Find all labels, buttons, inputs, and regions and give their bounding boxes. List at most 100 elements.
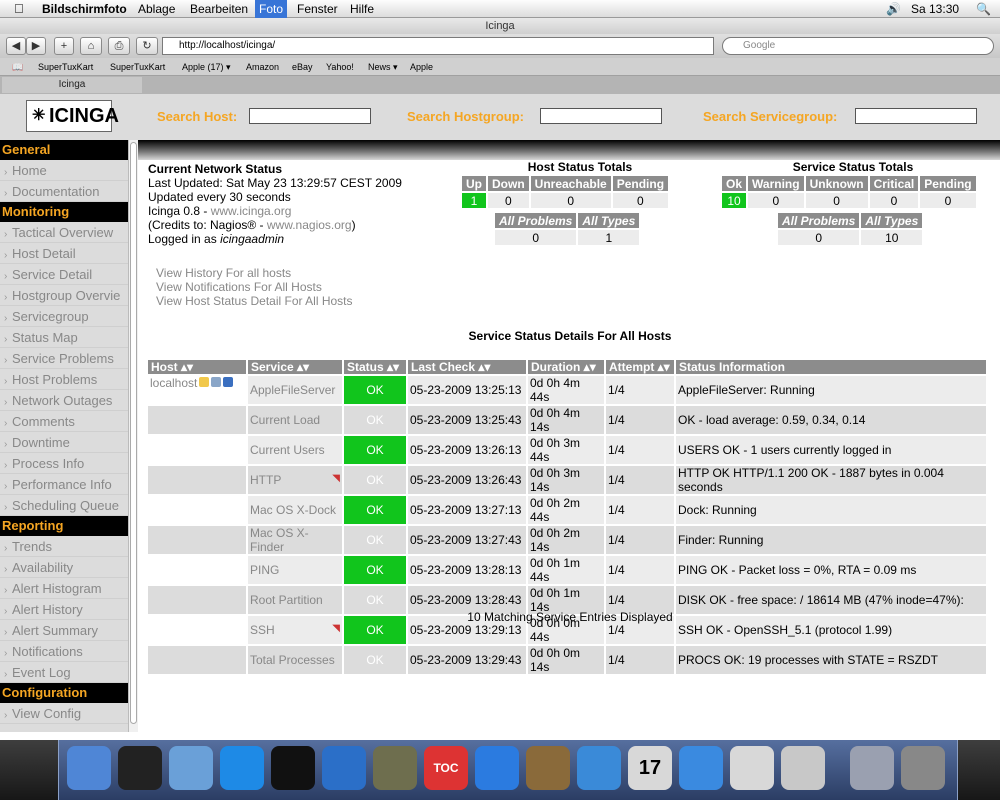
sidebar-item[interactable]: › Network Outages <box>0 390 128 411</box>
sidebar-item[interactable]: › Documentation <box>0 181 128 202</box>
sidebar-item[interactable]: › Process Info <box>0 453 128 474</box>
bookmark-item[interactable]: SuperTuxKart <box>110 58 165 76</box>
view-host-status-link[interactable]: View Host Status Detail For All Hosts <box>156 294 353 308</box>
sidebar-item[interactable]: › Tactical Overview <box>0 222 128 243</box>
host-pending-header[interactable]: Pending <box>612 176 669 191</box>
sidebar-item[interactable]: › Status Map <box>0 327 128 348</box>
sidebar-item[interactable]: › Scheduling Queue <box>0 495 128 516</box>
dashboard-icon[interactable] <box>118 746 162 790</box>
finder-icon[interactable] <box>67 746 111 790</box>
bookmark-item[interactable]: Apple <box>410 58 433 76</box>
host-all-types-header[interactable]: All Types <box>578 213 640 228</box>
thunderbird-icon[interactable] <box>322 746 366 790</box>
sidebar-item[interactable]: › Performance Info <box>0 474 128 495</box>
svc-pending-header[interactable]: Pending <box>920 176 976 191</box>
svc-all-types-header[interactable]: All Types <box>861 213 923 228</box>
ichat-icon[interactable] <box>475 746 519 790</box>
bookmark-item[interactable]: Yahoo! <box>326 58 354 76</box>
service-name-text[interactable]: AppleFileServer <box>250 383 335 397</box>
forward-button[interactable]: ▶ <box>26 37 46 55</box>
trash-icon[interactable] <box>901 746 945 790</box>
url-field[interactable]: http://localhost/icinga/ <box>162 37 714 55</box>
search-servicegroup-input[interactable] <box>855 108 977 124</box>
view-history-link[interactable]: View History For all hosts <box>156 266 291 280</box>
host-name[interactable]: localhost <box>150 376 197 390</box>
service-name[interactable]: Current Users <box>248 436 342 464</box>
service-name-text[interactable]: Total Processes <box>250 653 335 667</box>
screenshot-icon[interactable] <box>781 746 825 790</box>
toc-icon[interactable]: TOC <box>424 746 468 790</box>
menu-bearbeiten[interactable]: Bearbeiten <box>190 2 248 16</box>
service-name[interactable]: Current Load <box>248 406 342 434</box>
service-name-text[interactable]: Current Users <box>250 443 325 457</box>
service-name-text[interactable]: SSH <box>250 623 275 637</box>
volume-icon[interactable]: 🔊 <box>886 2 901 16</box>
sidebar-item[interactable]: › Host Detail <box>0 243 128 264</box>
ical-icon[interactable]: 17 <box>628 746 672 790</box>
tab-icinga[interactable]: Icinga <box>2 77 142 93</box>
sidebar-item[interactable]: › Trends <box>0 536 128 557</box>
host-up-header[interactable]: Up <box>462 176 486 191</box>
svc-unknown-header[interactable]: Unknown <box>805 176 868 191</box>
sidebar-item[interactable]: › Downtime <box>0 432 128 453</box>
host-all-problems-header[interactable]: All Problems <box>495 213 577 228</box>
sidebar-item[interactable]: › Home <box>0 160 128 181</box>
col-status[interactable]: Status ▴▾ <box>344 360 406 374</box>
menu-hilfe[interactable]: Hilfe <box>350 2 374 16</box>
sidebar-item[interactable]: › Event Log <box>0 662 128 683</box>
gimp-icon[interactable] <box>373 746 417 790</box>
col-duration[interactable]: Duration ▴▾ <box>528 360 604 374</box>
col-service[interactable]: Service ▴▾ <box>248 360 342 374</box>
col-status-info[interactable]: Status Information <box>676 360 986 374</box>
icinga-link[interactable]: www.icinga.org <box>211 204 292 218</box>
sidebar-item[interactable]: › View Config <box>0 703 128 724</box>
svc-ok-header[interactable]: Ok <box>722 176 747 191</box>
service-name-text[interactable]: Mac OS X-Dock <box>250 503 336 517</box>
addressbook-icon[interactable] <box>526 746 570 790</box>
search-hostgroup-input[interactable] <box>540 108 662 124</box>
scroll-thumb[interactable] <box>130 142 137 724</box>
search-field[interactable]: Google <box>722 37 994 55</box>
folder-icon[interactable] <box>199 377 210 387</box>
service-name[interactable]: Total Processes <box>248 646 342 674</box>
itunes-icon[interactable] <box>577 746 621 790</box>
home-button[interactable]: ⌂ <box>80 37 102 55</box>
mail-icon[interactable] <box>169 746 213 790</box>
sidebar-item[interactable]: › Service Problems <box>0 348 128 369</box>
menubar-clock[interactable]: Sa 13:30 <box>911 2 959 16</box>
sidebar-item[interactable]: › Service Detail <box>0 264 128 285</box>
new-tab-button[interactable]: + <box>54 37 74 55</box>
col-attempt[interactable]: Attempt ▴▾ <box>606 360 674 374</box>
sidebar-item[interactable]: › Notifications <box>0 641 128 662</box>
print-button[interactable]: ⎙ <box>108 37 130 55</box>
host-down-header[interactable]: Down <box>488 176 529 191</box>
spotlight-icon[interactable]: 🔍 <box>976 2 991 16</box>
host-cell[interactable]: localhost <box>148 376 246 404</box>
back-button[interactable]: ◀ <box>6 37 26 55</box>
safari-icon[interactable] <box>220 746 264 790</box>
sidebar-item[interactable]: › Servicegroup <box>0 306 128 327</box>
reload-button[interactable]: ↻ <box>136 37 158 55</box>
service-name[interactable]: Mac OS X-Finder <box>248 526 342 554</box>
col-last-check[interactable]: Last Check ▴▾ <box>408 360 526 374</box>
col-host[interactable]: Host ▴▾ <box>148 360 246 374</box>
service-name-text[interactable]: Root Partition <box>250 593 323 607</box>
service-name[interactable]: HTTP ◥ <box>248 466 342 494</box>
apple-icon[interactable]:  <box>14 2 24 16</box>
service-name-text[interactable]: Current Load <box>250 413 320 427</box>
menu-app[interactable]: Bildschirmfoto <box>42 2 127 16</box>
nagios-link[interactable]: www.nagios.org <box>267 218 352 232</box>
gear-icon[interactable] <box>211 377 222 387</box>
service-name-text[interactable]: Mac OS X-Finder <box>250 526 309 554</box>
menu-ablage[interactable]: Ablage <box>138 2 175 16</box>
service-name-text[interactable]: PING <box>250 563 279 577</box>
svc-critical-header[interactable]: Critical <box>869 176 919 191</box>
view-notifications-link[interactable]: View Notifications For All Hosts <box>156 280 322 294</box>
menu-foto[interactable]: Foto <box>255 0 288 18</box>
bookmark-item[interactable]: News ▾ <box>368 58 398 76</box>
network-icon[interactable] <box>223 377 234 387</box>
svc-all-problems-header[interactable]: All Problems <box>778 213 860 228</box>
host-unreachable-header[interactable]: Unreachable <box>530 176 611 191</box>
sidebar-item[interactable]: › Alert Summary <box>0 620 128 641</box>
icinga-logo[interactable]: ✳ ICINGA <box>26 100 119 132</box>
